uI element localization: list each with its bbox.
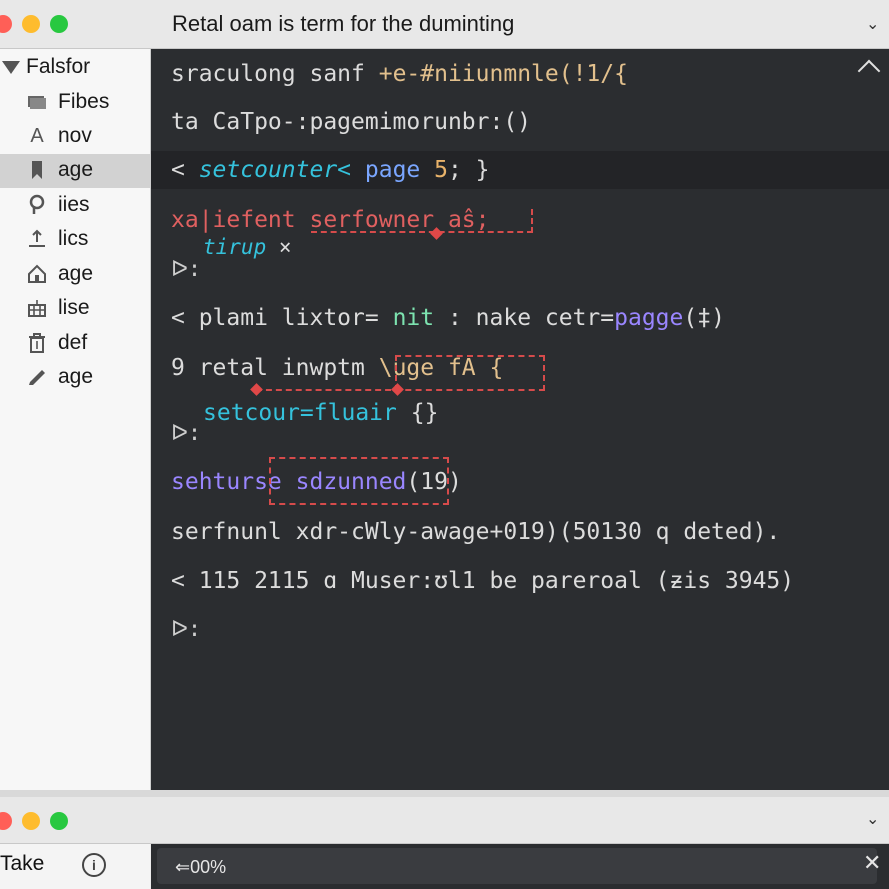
sidebar-item-age-home[interactable]: age (0, 258, 150, 292)
editor-window: Retal oam is term for the duminting ⌄ Fa… (0, 0, 889, 790)
prompt-marker: ᐅ: (171, 257, 202, 282)
close-window-button[interactable] (0, 15, 12, 33)
bookmark-icon (26, 159, 48, 181)
code-line-10[interactable]: serfnunl xdr-cWly-awage+019)(50130 q det… (171, 519, 780, 545)
code-token: {} (396, 400, 439, 426)
chevron-up-icon[interactable] (857, 59, 881, 83)
folder-icon (26, 91, 48, 113)
sidebar-item-age-pencil[interactable]: age (0, 361, 150, 395)
code-token: 9 retal inwptm (171, 355, 379, 381)
selection-box (269, 457, 449, 505)
collapse-icon[interactable]: ⌄ (866, 809, 879, 829)
sidebar-item-nov[interactable]: A nov (0, 120, 150, 154)
upload-icon (26, 228, 48, 250)
sidebar-item-label: def (58, 331, 88, 354)
info-icon[interactable]: i (82, 853, 106, 877)
collapse-icon[interactable]: ⌄ (866, 14, 879, 34)
progress-area: ⇐00% ✕ (151, 844, 889, 889)
selection-box (395, 355, 545, 391)
home-icon (26, 263, 48, 285)
code-token: tirup (203, 235, 267, 259)
code-editor[interactable]: sraculong sanf +e-#niiunmnle(!1/{ ta CaT… (151, 49, 889, 790)
title-bar: Retal oam is term for the duminting ⌄ (0, 0, 889, 49)
zoom-window-button[interactable] (50, 15, 68, 33)
code-line-11[interactable]: < 115 2115 ɑ Muser:ʊl1 be pareroal (ƶis … (171, 568, 794, 594)
code-token: setcounter< (198, 157, 352, 183)
code-token: < 115 2115 ɑ Muser:ʊl1 be pareroal (ƶis … (171, 568, 795, 594)
sidebar-item-label: age (58, 262, 94, 285)
sidebar-item-label: age (58, 365, 94, 388)
minimize-window-button[interactable] (22, 15, 40, 33)
code-token: × (266, 235, 292, 259)
close-icon[interactable]: ✕ (863, 850, 881, 876)
code-line-3[interactable]: < setcounter< page 5; } (171, 157, 490, 183)
pencil-icon (26, 366, 48, 388)
code-token: serfnunl xdr-cWly-awage+019)(50130 q det… (171, 519, 781, 545)
sidebar-item-age-selected[interactable]: age (0, 154, 150, 188)
sidebar-item-lise[interactable]: lise (0, 292, 150, 326)
sidebar-item-label: iies (58, 193, 90, 216)
code-token: page (351, 157, 435, 183)
code-token: pagge (614, 305, 684, 331)
close-window-button[interactable] (0, 812, 12, 830)
code-token: ; } (447, 157, 490, 183)
connector-line (256, 389, 401, 393)
code-token: 5 (434, 157, 448, 183)
code-token: sraculong sanf (171, 61, 379, 87)
secondary-window: ⌄ Take i ⇐00% ✕ (0, 797, 889, 889)
prompt-marker: ᐅ: (171, 617, 202, 642)
sidebar-item-def[interactable]: def (0, 327, 150, 361)
disclosure-triangle-icon[interactable] (2, 60, 20, 74)
sidebar-item-iies[interactable]: iies (0, 189, 150, 223)
error-underline (311, 209, 533, 233)
window-title: Retal oam is term for the duminting (172, 11, 515, 36)
code-token: < plami lixtor= (171, 305, 393, 331)
code-line-5[interactable]: tirup × (203, 235, 292, 259)
sidebar-header-label: Falsfor (26, 55, 91, 78)
code-line-1[interactable]: sraculong sanf +e-#niiunmnle(!1/{ (171, 61, 628, 87)
sidebar-item-label: lics (58, 227, 89, 250)
progress-bar: ⇐00% (157, 848, 877, 884)
puzzle-icon (26, 194, 48, 216)
sidebar-item-label: lise (58, 296, 90, 319)
sidebar-header[interactable]: Falsfor (0, 55, 90, 85)
error-marker (250, 383, 263, 396)
trash-icon (26, 332, 48, 354)
code-line-8[interactable]: setcour=fluair {} (203, 400, 438, 426)
code-token: ta CaTpo-:pagemimorunbr:() (171, 109, 532, 135)
take-panel: Take i (0, 844, 150, 889)
sidebar-item-label: age (58, 158, 94, 181)
code-token: < (171, 157, 199, 183)
code-line-2[interactable]: ta CaTpo-:pagemimorunbr:() (171, 109, 531, 135)
font-icon: A (30, 125, 44, 147)
code-token: nit (392, 305, 435, 331)
sidebar-item-label: Fibes (58, 90, 110, 113)
take-label[interactable]: Take (0, 852, 44, 876)
calendar-icon (26, 297, 48, 319)
code-line-6[interactable]: < plami lixtor= nit : nake cetr=pagge(‡) (171, 305, 725, 331)
progress-text: ⇐00% (175, 857, 227, 877)
minimize-window-button[interactable] (22, 812, 40, 830)
code-token: (‡) (683, 305, 725, 331)
sidebar-item-label: nov (58, 124, 92, 147)
code-token: setcour=fluair (203, 400, 397, 426)
prompt-marker: ᐅ: (171, 421, 202, 446)
code-token: +e-#niiunmnle(!1/{ (378, 61, 628, 87)
sidebar-item-lics[interactable]: lics (0, 223, 150, 257)
zoom-window-button[interactable] (50, 812, 68, 830)
sidebar: Falsfor Fibes A nov age iies lics age li… (0, 49, 151, 790)
sidebar-item-fibes[interactable]: Fibes (0, 86, 150, 120)
code-token: : nake cetr= (434, 305, 615, 331)
secondary-title-bar: ⌄ (0, 797, 889, 844)
